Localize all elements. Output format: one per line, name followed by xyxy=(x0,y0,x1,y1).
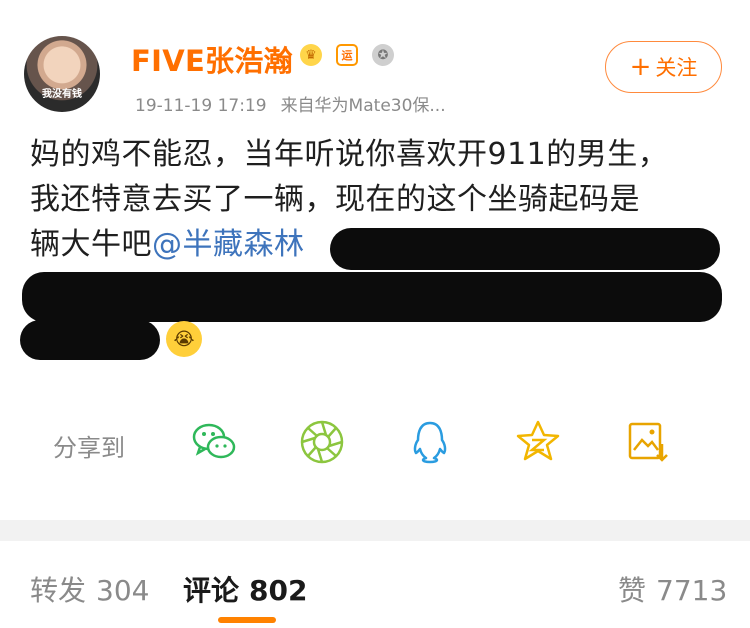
crown-vip-icon[interactable]: ♛ xyxy=(300,44,322,66)
tab-repost-label: 转发 xyxy=(30,574,87,607)
redaction-mark xyxy=(20,320,160,360)
section-divider xyxy=(0,520,750,541)
repost-count: 304 xyxy=(96,574,150,607)
tab-repost[interactable]: 转发 304 xyxy=(30,569,149,609)
tab-comments-label: 评论 xyxy=(183,574,240,607)
content-line: 妈的鸡不能忍，当年听说你喜欢开911的男生， xyxy=(30,137,669,172)
like-count: 7713 xyxy=(656,574,728,607)
redaction-mark xyxy=(22,272,722,322)
post-meta: 19-11-19 17:19 来自华为Mate30保... xyxy=(135,91,460,116)
plus-icon: + xyxy=(629,52,652,82)
post-action-tabs: 转发 304 评论 802 赞 7713 xyxy=(0,541,750,628)
share-label: 分享到 xyxy=(53,434,125,462)
user-name[interactable]: FIVE张浩瀚 xyxy=(131,38,293,80)
content-line: 我还特意去买了一辆，现在的这个坐骑起码是 xyxy=(30,182,640,217)
timestamp: 19-11-19 17:19 xyxy=(135,96,267,116)
avatar[interactable]: 我没有钱 xyxy=(24,36,100,112)
tab-likes-label: 赞 xyxy=(618,574,647,607)
comment-count: 802 xyxy=(249,574,308,607)
tab-likes[interactable]: 赞 7713 xyxy=(618,569,727,609)
tab-comments[interactable]: 评论 802 xyxy=(183,569,307,609)
moments-icon[interactable] xyxy=(298,418,346,466)
wechat-icon[interactable] xyxy=(190,418,238,466)
mention-link[interactable]: @半藏森林 xyxy=(152,227,305,262)
crying-face-icon: 😭 xyxy=(166,321,202,357)
qzone-icon[interactable] xyxy=(514,418,562,466)
redaction-mark xyxy=(330,228,720,270)
share-bar: 分享到 xyxy=(0,410,750,480)
active-tab-underline xyxy=(218,617,276,623)
yun-badge[interactable]: 运 xyxy=(336,44,358,66)
weibo-post-card: 我没有钱 FIVE张浩瀚 ♛ 运 ✪ 19-11-19 17:19 来自华为Mat… xyxy=(0,0,750,520)
qq-icon[interactable] xyxy=(406,418,454,466)
follow-button[interactable]: + 关注 xyxy=(605,41,722,93)
post-source[interactable]: 来自华为Mate30保... xyxy=(281,96,446,116)
content-text: 辆大牛吧 xyxy=(30,227,152,262)
save-image-icon[interactable] xyxy=(624,418,672,466)
medal-icon[interactable]: ✪ xyxy=(372,44,394,66)
follow-label: 关注 xyxy=(655,56,698,80)
avatar-caption: 我没有钱 xyxy=(42,89,82,100)
